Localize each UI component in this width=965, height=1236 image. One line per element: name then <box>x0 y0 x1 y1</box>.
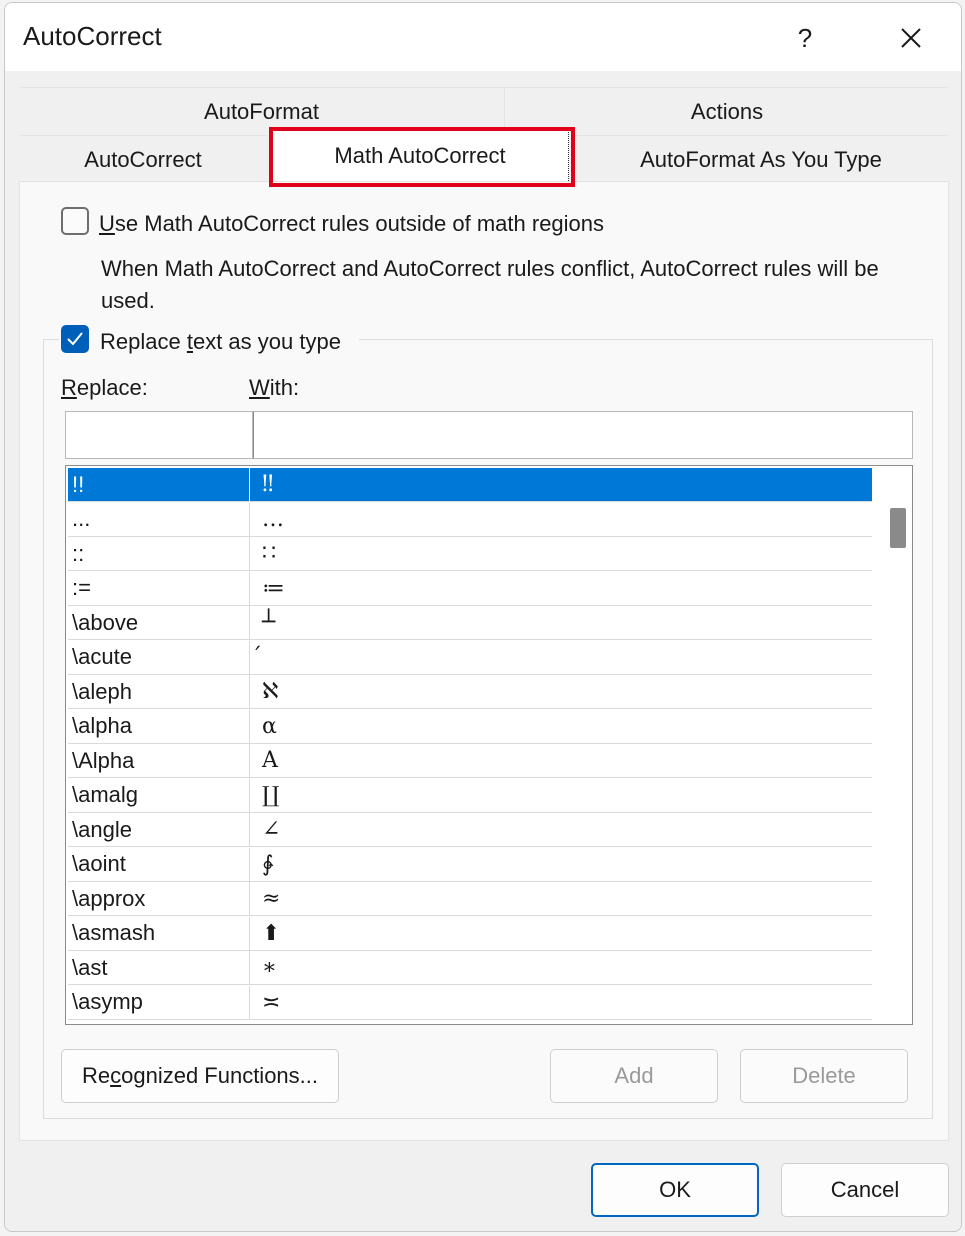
close-button[interactable] <box>883 13 939 63</box>
table-row[interactable]: ... … <box>68 502 872 537</box>
with-cell: ⬆ <box>262 920 281 946</box>
replace-text-label-pre: Replace <box>100 329 187 354</box>
tab-autoformat-as-you-type[interactable]: AutoFormat As You Type <box>573 135 949 183</box>
with-cell: ́ <box>250 641 872 674</box>
with-cell: ∷ <box>262 541 276 566</box>
replace-text-label-post: ext as you type <box>192 329 341 354</box>
ok-button[interactable]: OK <box>591 1163 759 1217</box>
add-button[interactable]: Add <box>550 1049 718 1103</box>
replace-cell: :: <box>68 537 250 570</box>
tab-math-autocorrect[interactable]: Math AutoCorrect <box>271 129 569 181</box>
tab-autoformat[interactable]: AutoFormat <box>19 87 505 135</box>
replace-cell: := <box>68 571 250 605</box>
with-cell: ∗ <box>262 955 277 980</box>
with-cell: ┴ <box>262 610 276 635</box>
checkmark-icon <box>67 332 83 346</box>
list-scrollbar[interactable] <box>872 466 912 1024</box>
replace-label-text: eplace: <box>76 375 148 400</box>
replace-cell: \aleph <box>68 675 250 708</box>
recognized-functions-button[interactable]: Re c ognized Functions... <box>61 1049 339 1103</box>
table-row[interactable]: \ast ∗ <box>68 951 872 985</box>
replace-text-label[interactable]: Replace text as you type <box>100 329 341 355</box>
table-row[interactable]: \aoint ∳ <box>68 847 872 882</box>
replace-accel: R <box>61 375 77 400</box>
with-cell: ∠ <box>262 817 281 842</box>
use-math-outside-label-text: se Math AutoCorrect rules outside of mat… <box>114 211 605 236</box>
tab-actions[interactable]: Actions <box>505 87 949 135</box>
replace-text-checkbox[interactable] <box>61 325 89 353</box>
replace-cell: !! <box>68 468 250 501</box>
recognized-pre: Re <box>81 1063 111 1088</box>
table-row[interactable]: \amalg ∐ <box>68 778 872 813</box>
with-cell: ≔ <box>262 575 285 601</box>
table-row[interactable]: !! ‼ <box>68 468 872 502</box>
with-cell: ‼ <box>262 472 274 497</box>
entries-list[interactable]: !!‼...…::∷:=≔\above┴\acuté\alephℵ\alpha… <box>65 465 913 1025</box>
table-row[interactable]: \Alpha A <box>68 744 872 778</box>
replace-cell: \angle <box>68 813 250 846</box>
tab-row-bottom: AutoCorrect Math AutoCorrect AutoFormat … <box>19 129 949 183</box>
conflict-note: When Math AutoCorrect and AutoCorrect ru… <box>101 256 879 313</box>
table-row[interactable]: \asmash ⬆ <box>68 916 872 951</box>
window-title: AutoCorrect <box>23 21 162 51</box>
use-math-outside-accel: U <box>99 211 115 236</box>
with-cell: ∐ <box>262 782 280 808</box>
table-row[interactable]: :: ∷ <box>68 537 872 571</box>
table-row[interactable]: \approx ≈ <box>68 882 872 916</box>
with-cell: ℵ <box>262 679 279 704</box>
replace-cell: \amalg <box>68 778 250 812</box>
autocorrect-dialog: AutoCorrect ? AutoFormat Actions AutoCor… <box>4 2 962 1232</box>
table-row[interactable]: := ≔ <box>68 571 872 606</box>
table-row[interactable]: \aleph ℵ <box>68 675 872 709</box>
with-cell: ≈ <box>262 886 281 911</box>
table-row[interactable]: \acuté <box>68 640 872 675</box>
with-label-text: ith: <box>269 375 300 400</box>
delete-button[interactable]: Delete <box>740 1049 908 1103</box>
with-accel: W <box>249 375 270 400</box>
with-cell: … <box>262 506 284 532</box>
tab-row-top: AutoFormat Actions <box>19 87 949 135</box>
replace-cell: \aoint <box>68 847 250 881</box>
with-field-label: With: <box>249 375 299 401</box>
replace-field-label: Replace: <box>61 375 148 401</box>
replace-cell: \approx <box>68 882 250 915</box>
recognized-accel: c <box>110 1063 122 1088</box>
replace-input[interactable] <box>65 411 253 459</box>
with-cell: α <box>262 713 277 739</box>
with-cell: ≍ <box>262 989 281 1015</box>
help-button[interactable]: ? <box>777 13 833 63</box>
table-row[interactable]: \angle ∠ <box>68 813 872 847</box>
replace-cell: \alpha <box>68 709 250 743</box>
close-icon <box>901 28 921 48</box>
replace-cell: \above <box>68 606 250 639</box>
scrollbar-thumb[interactable] <box>890 508 906 548</box>
replace-cell: \ast <box>68 951 250 984</box>
table-row[interactable]: \asymp ≍ <box>68 985 872 1020</box>
cancel-button[interactable]: Cancel <box>781 1163 949 1217</box>
recognized-post: ognized Functions... <box>121 1063 319 1088</box>
replace-cell: ... <box>68 502 250 536</box>
use-math-outside-checkbox[interactable] <box>61 207 89 235</box>
replace-cell: \acute <box>68 640 250 674</box>
use-math-outside-label[interactable]: Use Math AutoCorrect rules outside of ma… <box>99 211 604 237</box>
with-cell: A <box>262 748 278 773</box>
title-bar: AutoCorrect ? <box>5 3 961 71</box>
replace-cell: \asymp <box>68 985 250 1019</box>
replace-cell: \Alpha <box>68 744 250 777</box>
table-row[interactable]: \above ┴ <box>68 606 872 640</box>
with-cell: ∳ <box>262 851 274 877</box>
replace-cell: \asmash <box>68 916 250 950</box>
with-input[interactable] <box>253 411 913 459</box>
table-row[interactable]: \alpha α <box>68 709 872 744</box>
tab-autocorrect[interactable]: AutoCorrect <box>19 135 267 183</box>
